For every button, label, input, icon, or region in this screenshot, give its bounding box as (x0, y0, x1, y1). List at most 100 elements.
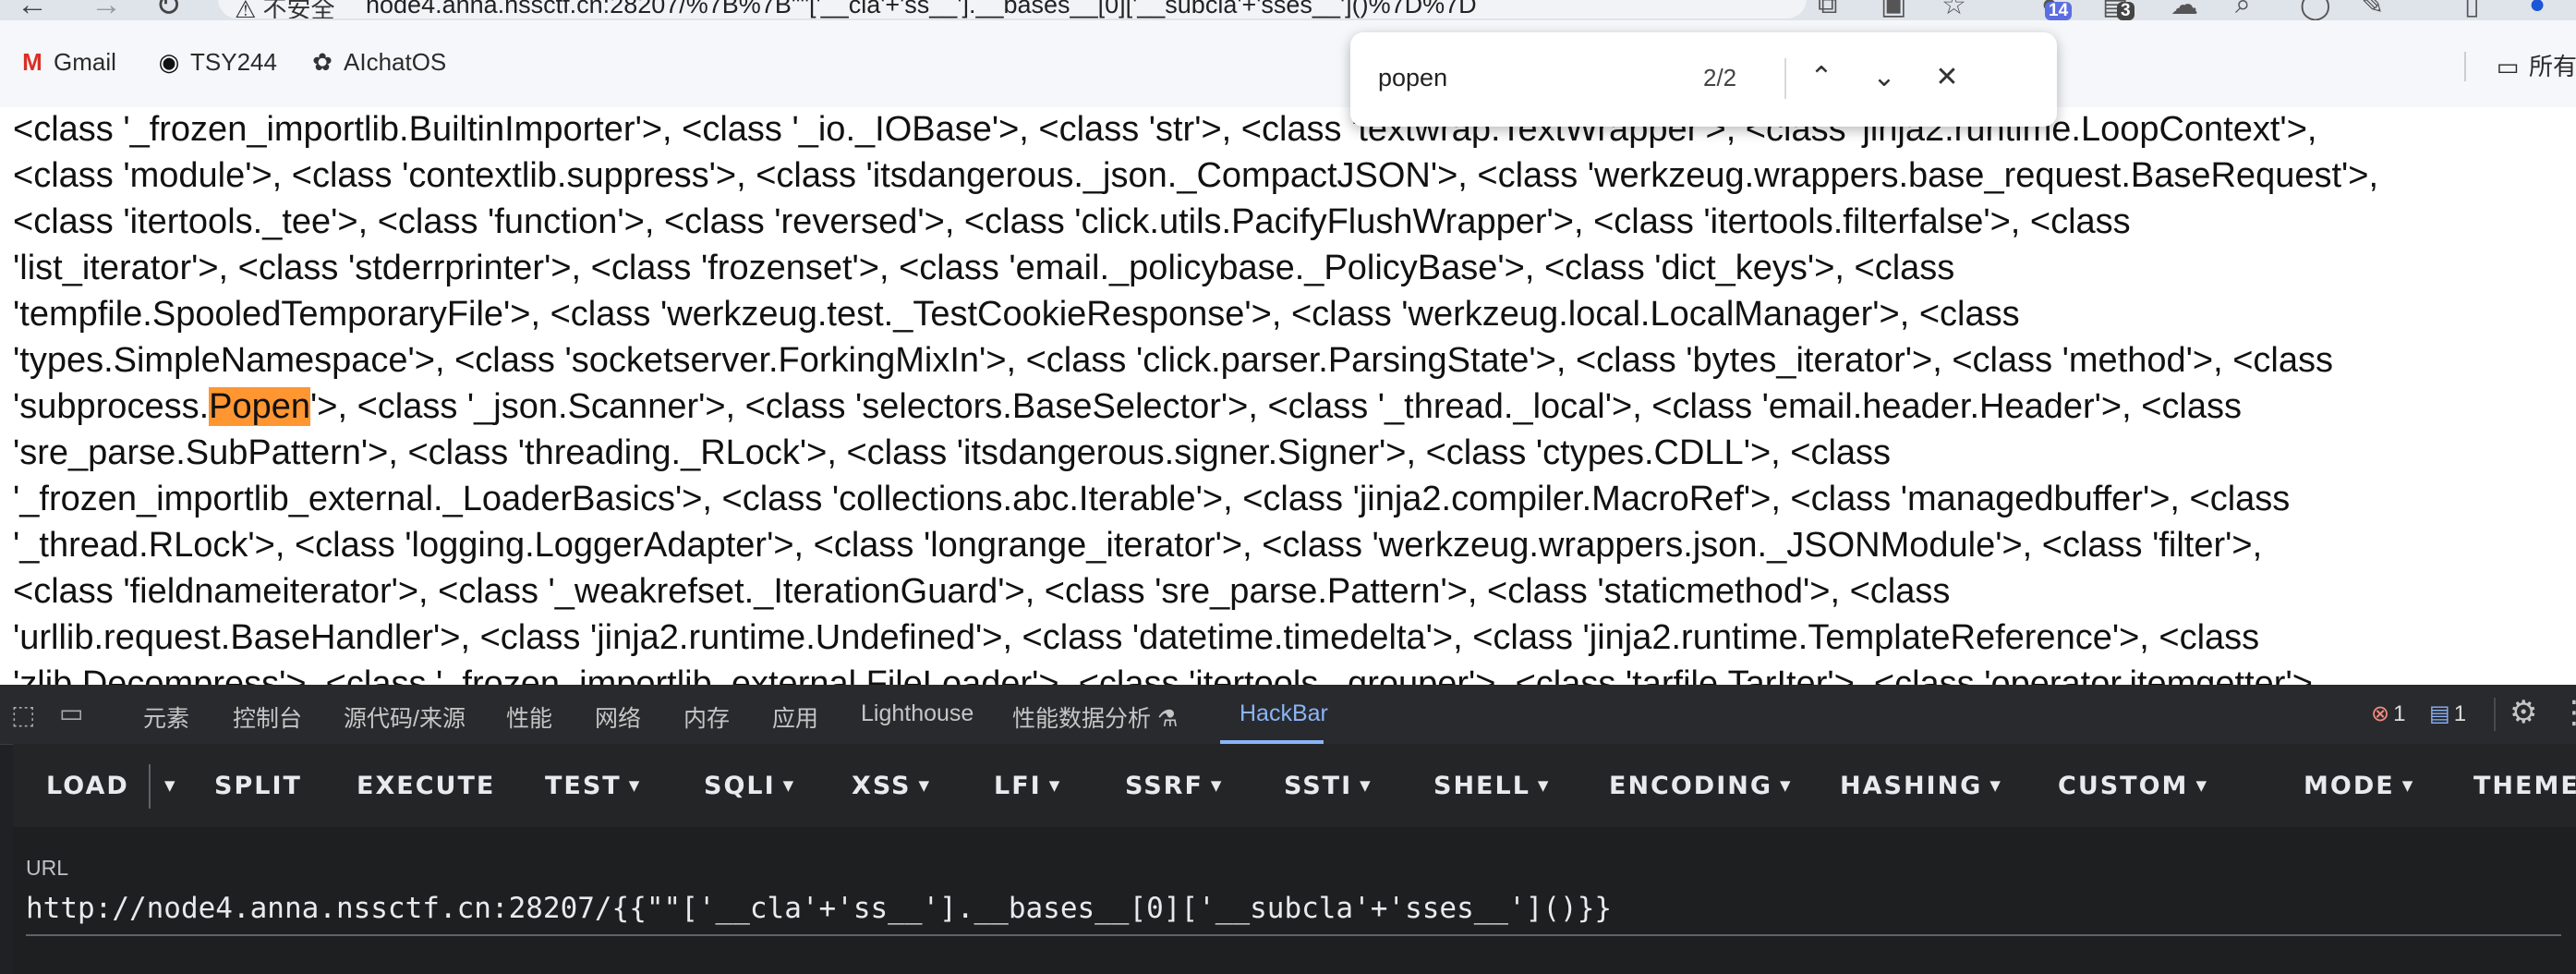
github-icon: ◉ (158, 48, 180, 76)
devtools-tab-bar: ⬚ ▭ 元素 控制台 源代码/来源 性能 网络 内存 应用 Lighthouse… (0, 685, 2576, 745)
ssti-menu-button[interactable]: SSTI ▼ (1284, 772, 1373, 800)
content-line: 'sre_parse.SubPattern'>, <class 'threadi… (13, 433, 1892, 472)
mode-menu-button[interactable]: MODE ▼ (2304, 772, 2414, 800)
devtools-divider (2494, 698, 2496, 731)
chevron-down-icon: ▼ (1537, 777, 1551, 794)
back-icon[interactable]: ← (17, 0, 48, 20)
element-picker-icon[interactable]: ⬚ (11, 700, 35, 730)
content-line: <class 'fieldnameiterator'>, <class '_we… (13, 572, 1951, 611)
gmail-icon: M (22, 48, 42, 76)
error-count-badge[interactable]: ⊗ 1 (2371, 700, 2405, 727)
execute-button[interactable]: EXECUTE (357, 772, 495, 800)
find-bar: popen 2/2 ⌃ ⌄ ✕ (1350, 32, 2057, 127)
security-warning[interactable]: ⚠ 不安全 (235, 0, 335, 18)
page-content: <class '_frozen_importlib.BuiltinImporte… (0, 107, 2576, 685)
hashing-menu-button[interactable]: HASHING ▼ (1840, 772, 2002, 800)
openai-icon: ✿ (312, 48, 333, 76)
custom-menu-button[interactable]: CUSTOM ▼ (2058, 772, 2208, 800)
document-badge: 3 (2117, 2, 2135, 20)
puzzle-icon[interactable]: ✎ (2361, 0, 2384, 20)
content-line: <class 'itertools._tee'>, <class 'functi… (13, 202, 2131, 241)
test-menu-button[interactable]: TEST ▼ (545, 772, 641, 800)
extension-badge: 14 (2045, 2, 2073, 20)
bookmark-tsy244[interactable]: ◉ TSY244 (155, 48, 277, 77)
content-line: <class 'module'>, <class 'contextlib.sup… (13, 156, 2379, 195)
bookmarks-bar: M Gmail ◉ TSY244 ✿ AIchatOS ▭ 所有 (0, 20, 2576, 107)
tab-network[interactable]: 网络 (595, 700, 641, 734)
browser-toolbar: ← → ↻ ⚠ 不安全 node4.anna.nssctf.cn:28207/%… (0, 0, 2576, 20)
find-divider (1784, 58, 1786, 99)
hackbar-toolbar: LOAD ▼ SPLIT EXECUTE TEST ▼ SQLI ▼ XSS ▼ LF… (13, 744, 2576, 827)
ssrf-menu-button[interactable]: SSRF ▼ (1125, 772, 1223, 800)
content-line: 'zlib.Decompress'>, <class '_frozen_impo… (13, 664, 2323, 685)
content-line: 'urllib.request.BaseHandler'>, <class 'j… (13, 618, 2260, 657)
content-line: '_thread.RLock'>, <class 'logging.Logger… (13, 526, 2263, 565)
split-button[interactable]: SPLIT (214, 772, 302, 800)
forward-icon[interactable]: → (91, 0, 122, 20)
chevron-down-icon: ▼ (1360, 777, 1373, 794)
find-close-icon[interactable]: ✕ (1925, 53, 1969, 103)
address-text[interactable]: node4.anna.nssctf.cn:28207/%7B%7B""['__c… (366, 0, 1477, 18)
content-line: '_frozen_importlib_external._LoaderBasic… (13, 480, 2291, 518)
chevron-down-icon: ▼ (782, 777, 796, 794)
load-button[interactable]: LOAD (46, 772, 129, 800)
chevron-down-icon: ▼ (918, 777, 932, 794)
tab-application[interactable]: 应用 (772, 700, 818, 734)
devtools-panel: ⬚ ▭ 元素 控制台 源代码/来源 性能 网络 内存 应用 Lighthouse… (0, 685, 2576, 974)
shell-menu-button[interactable]: SHELL ▼ (1433, 772, 1550, 800)
more-icon[interactable]: ⋮ (2558, 694, 2576, 731)
chevron-down-icon: ▼ (628, 777, 642, 794)
message-icon: ▤ (2429, 701, 2450, 726)
chevron-down-icon: ▼ (1210, 777, 1224, 794)
chevron-down-icon: ▼ (2195, 777, 2208, 794)
bookmarks-divider (2464, 52, 2466, 81)
cloud-icon[interactable]: ☁ (2171, 0, 2198, 20)
folder-icon: ▭ (2496, 53, 2520, 80)
address-bar[interactable]: ⚠ 不安全 node4.anna.nssctf.cn:28207/%7B%7B"… (218, 0, 1807, 18)
encoding-menu-button[interactable]: ENCODING ▼ (1609, 772, 1793, 800)
tab-elements[interactable]: 元素 (143, 700, 189, 734)
bookmark-aichatos[interactable]: ✿ AIchatOS (308, 48, 446, 77)
star-icon[interactable]: ☆ (1941, 0, 1966, 20)
tab-hackbar[interactable]: HackBar (1240, 700, 1328, 727)
circle-icon[interactable]: ◯ (2300, 0, 2331, 20)
error-icon: ⊗ (2371, 701, 2390, 726)
content-line: 'list_iterator'>, <class 'stderrprinter'… (13, 249, 1955, 287)
bookmark-gmail[interactable]: M Gmail (18, 48, 116, 77)
url-label: URL (26, 856, 69, 880)
chevron-down-icon: ▼ (1048, 777, 1062, 794)
chevron-down-icon: ▼ (1780, 777, 1793, 794)
search-icon[interactable]: ⌕ (2235, 0, 2251, 20)
load-dropdown-icon[interactable]: ▼ (157, 772, 177, 800)
find-match-highlight: Popen (209, 387, 311, 426)
load-divider (149, 764, 151, 809)
gear-icon[interactable]: ⚙ (2509, 694, 2537, 731)
xss-menu-button[interactable]: XSS ▼ (852, 772, 931, 800)
hackbar-url-area: URL http://node4.anna.nssctf.cn:28207/{{… (13, 827, 2576, 974)
theme-menu-button[interactable]: THEME (2473, 772, 2576, 800)
find-next-icon[interactable]: ⌄ (1862, 53, 1906, 103)
cast-icon[interactable]: ▣ (1881, 0, 1906, 20)
profile-icon[interactable]: ● (2529, 0, 2546, 20)
find-previous-icon[interactable]: ⌃ (1799, 53, 1844, 103)
all-bookmarks-button[interactable]: ▭ 所有 (2494, 48, 2576, 82)
sqli-menu-button[interactable]: SQLI ▼ (704, 772, 795, 800)
find-input[interactable]: popen (1378, 64, 1447, 92)
url-input[interactable]: http://node4.anna.nssctf.cn:28207/{{""['… (26, 888, 2561, 936)
chevron-down-icon: ▼ (1989, 777, 2002, 794)
tab-sources[interactable]: 源代码/来源 (344, 700, 466, 734)
chevron-down-icon: ▼ (2401, 777, 2415, 794)
device-toolbar-icon[interactable]: ▭ (59, 698, 83, 728)
tab-lighthouse[interactable]: Lighthouse (861, 700, 974, 727)
tab-performance[interactable]: 性能 (506, 700, 552, 734)
content-line: 'types.SimpleNamespace'>, <class 'socket… (13, 341, 2333, 380)
message-count-badge[interactable]: ▤ 1 (2429, 700, 2466, 727)
tab-memory[interactable]: 内存 (683, 700, 730, 734)
tab-performance-insights[interactable]: 性能数据分析 ⚗ (1012, 700, 1178, 734)
translate-icon[interactable]: ⧉ (1818, 0, 1837, 20)
find-match-count: 2/2 (1703, 64, 1737, 91)
tab-console[interactable]: 控制台 (233, 700, 302, 734)
sidebar-icon[interactable]: ▯ (2464, 0, 2480, 20)
reload-icon[interactable]: ↻ (155, 0, 182, 20)
lfi-menu-button[interactable]: LFI ▼ (994, 772, 1061, 800)
